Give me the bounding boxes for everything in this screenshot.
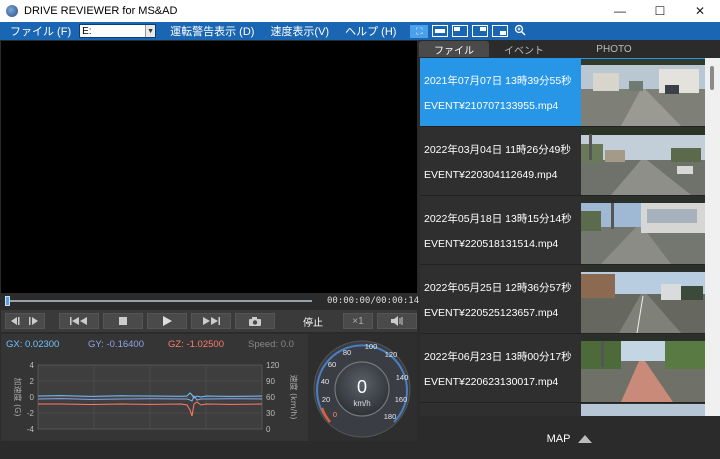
drive-select[interactable]: E: ▼ (79, 24, 157, 38)
list-item-filename: EVENT¥210707133955.mp4 (424, 100, 559, 112)
file-browser-panel: ファイル イベント PHOTO 2021年07月07日 13時39分55秒 EV… (419, 41, 720, 459)
close-button[interactable]: ✕ (680, 0, 720, 22)
frame-step-icon[interactable] (5, 313, 45, 329)
menu-file[interactable]: ファイル (F) (0, 23, 77, 39)
speed-tick-40: 40 (321, 377, 329, 386)
speed-tick-160: 160 (395, 395, 408, 404)
list-item-date: 2022年05月18日 13時15分14秒 (424, 213, 572, 225)
menu-bar: ファイル (F) E: ▼ 運転警告表示 (D) 速度表示(V) ヘルプ (H)… (0, 22, 720, 40)
zoom-icon[interactable] (514, 24, 526, 39)
right-axis-label: 速度 (km/h) (289, 375, 299, 420)
tab-event[interactable]: イベント (489, 41, 559, 57)
window-title: DRIVE REVIEWER for MS&AD (24, 5, 178, 17)
left-axis-label: 加速度 (G) (13, 378, 23, 417)
video-thumbnail[interactable] (581, 335, 705, 402)
list-item-date: 2022年03月04日 11時26分49秒 (424, 144, 571, 156)
app-logo-icon (6, 5, 18, 17)
layout-topright-icon[interactable] (472, 25, 489, 37)
minimize-button[interactable]: — (600, 0, 640, 22)
drive-select-value: E: (82, 25, 92, 37)
left-tick-0: 0 (30, 393, 35, 402)
video-thumbnail[interactable] (581, 128, 705, 195)
speed-tick-80: 80 (343, 348, 351, 357)
tab-photo[interactable]: PHOTO (579, 41, 649, 57)
tab-bar: ファイル イベント PHOTO (419, 41, 720, 57)
menu-help[interactable]: ヘルプ (H) (339, 23, 402, 39)
file-list-scrollbar[interactable] (705, 58, 720, 416)
map-label: MAP (546, 432, 571, 445)
list-item[interactable]: 2021年07月07日 13時39分55秒 EVENT¥210707133955… (420, 58, 705, 127)
list-item-filename: EVENT¥220623130017.mp4 (424, 376, 559, 388)
camera-icon[interactable] (235, 313, 275, 329)
speed-tick-180: 180 (384, 412, 397, 421)
video-thumbnail (581, 404, 705, 416)
g-sensor-graph: 4 2 0 -2 -4 120 90 60 30 0 加速度 (G) 速度 (k… (13, 361, 299, 434)
map-toggle[interactable]: MAP (419, 418, 720, 459)
right-tick-30: 30 (266, 409, 275, 418)
stop-status-label: 停止 (293, 313, 333, 329)
list-item[interactable]: 2022年03月04日 11時26分49秒 EVENT¥220304112649… (420, 127, 705, 196)
menu-warning-display[interactable]: 運転警告表示 (D) (164, 23, 260, 39)
maximize-button[interactable]: ☐ (640, 0, 680, 22)
left-tick-2: 2 (30, 377, 35, 386)
left-tick-4: 4 (30, 361, 35, 370)
list-item-filename: EVENT¥220304112649.mp4 (424, 169, 558, 181)
title-bar: DRIVE REVIEWER for MS&AD — ☐ ✕ (0, 0, 720, 22)
speed-value: 0 (357, 377, 367, 397)
list-item[interactable]: 2022年05月25日 12時36分57秒 EVENT¥220525123657… (420, 265, 705, 334)
seek-thumb[interactable] (5, 296, 10, 306)
scrollbar-thumb[interactable] (710, 66, 714, 90)
right-tick-0: 0 (266, 425, 271, 434)
chevron-down-icon[interactable]: ▼ (145, 25, 156, 37)
menu-speed-display[interactable]: 速度表示(V) (264, 23, 335, 39)
list-item[interactable]: 2022年06月23日 13時00分17秒 EVENT¥220623130017… (420, 334, 705, 403)
list-item (420, 403, 705, 416)
stop-icon[interactable] (103, 313, 143, 329)
file-list: 2021年07月07日 13時39分55秒 EVENT¥210707133955… (420, 58, 705, 416)
fullscreen-icon[interactable]: ⛶ (410, 24, 429, 38)
right-tick-120: 120 (266, 361, 280, 370)
speed-tick-100: 100 (365, 342, 378, 351)
video-thumbnail[interactable] (581, 197, 705, 264)
speed-tick-0: 0 (333, 410, 337, 419)
left-tick-neg2: -2 (27, 409, 35, 418)
list-item-filename: EVENT¥220518131514.mp4 (424, 238, 559, 250)
list-item-filename: EVENT¥220525123657.mp4 (424, 307, 559, 319)
right-tick-60: 60 (266, 393, 275, 402)
speed-tick-20: 20 (322, 395, 330, 404)
previous-icon[interactable] (59, 313, 99, 329)
chevron-up-icon (578, 434, 593, 443)
player-controls: 停止 ×1 (1, 310, 417, 332)
seek-track[interactable] (7, 300, 312, 302)
speedometer: 0 20 40 60 80 100 120 140 160 180 0 km/h (308, 334, 417, 441)
speed-tick-60: 60 (328, 360, 336, 369)
next-icon[interactable] (191, 313, 231, 329)
timecode: 00:00:00/00:00:14 (327, 296, 420, 306)
playback-rate-button[interactable]: ×1 (343, 313, 373, 329)
layout-topleft-icon[interactable] (452, 25, 469, 37)
list-item-date: 2022年06月23日 13時00分17秒 (424, 351, 572, 363)
tab-file[interactable]: ファイル (419, 41, 489, 57)
volume-icon[interactable] (377, 313, 417, 329)
speedometer-dial: 0 20 40 60 80 100 120 140 160 180 0 km/h (313, 340, 411, 438)
video-player[interactable] (1, 41, 417, 293)
speed-unit: km/h (353, 399, 370, 408)
layout-bottomright-icon[interactable] (492, 25, 509, 37)
play-icon[interactable] (147, 313, 187, 329)
list-item-date: 2021年07月07日 13時39分55秒 (424, 75, 572, 87)
speed-tick-140: 140 (396, 373, 409, 382)
list-item-date: 2022年05月25日 12時36分57秒 (424, 282, 572, 294)
left-tick-neg4: -4 (27, 425, 35, 434)
layout-single-icon[interactable] (432, 25, 449, 37)
video-thumbnail[interactable] (581, 266, 705, 333)
video-thumbnail[interactable] (581, 59, 705, 126)
right-tick-90: 90 (266, 377, 275, 386)
seek-bar-area: 00:00:00/00:00:14 (1, 293, 420, 309)
speed-tick-120: 120 (385, 350, 398, 359)
status-bar (0, 441, 418, 459)
list-item[interactable]: 2022年05月18日 13時15分14秒 EVENT¥220518131514… (420, 196, 705, 265)
g-sensor-panel: GX: 0.02300 GY: -0.16400 GZ: -1.02500 Sp… (1, 334, 308, 441)
